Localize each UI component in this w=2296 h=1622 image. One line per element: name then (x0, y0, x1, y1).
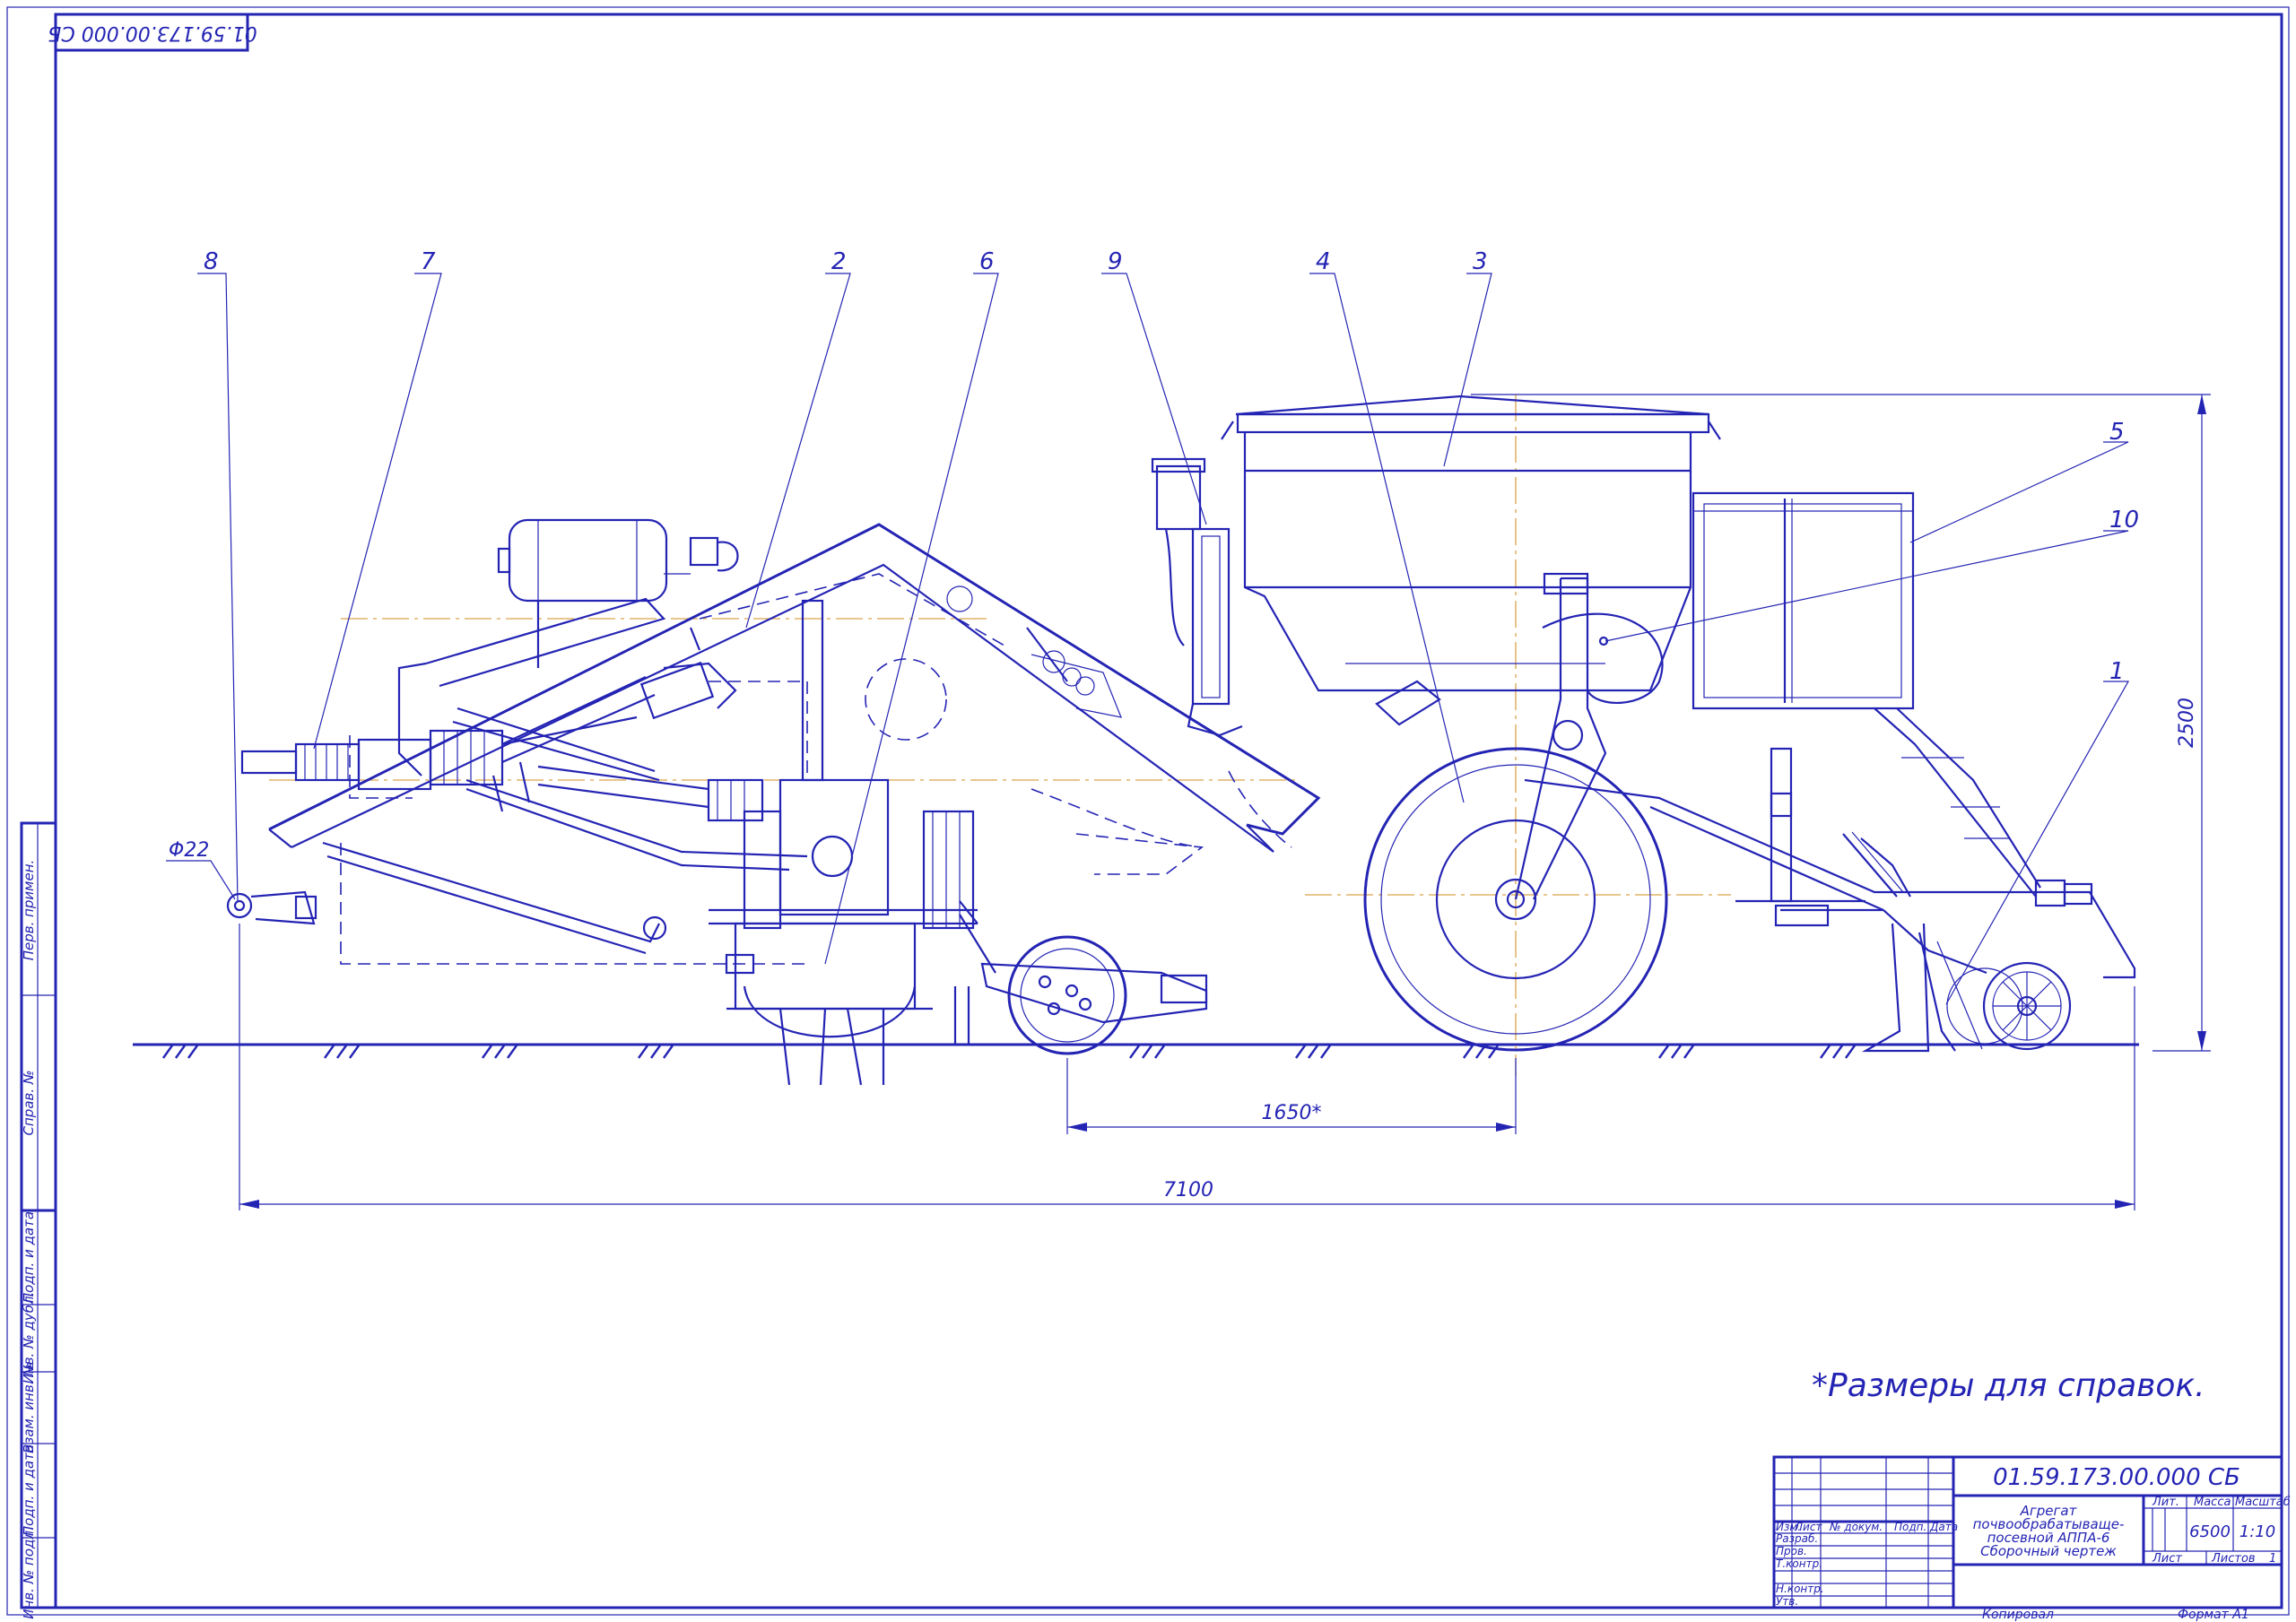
callout-5: 5 (2109, 419, 2125, 446)
col-sign: Подп. (1894, 1521, 1926, 1533)
dimension-lines: Φ22 1650* 7100 2500 (166, 394, 2211, 1210)
hitch-point (226, 890, 317, 925)
fertilizer-box (1692, 491, 1915, 710)
rear-frame (1524, 707, 2136, 979)
lit-label: Лит. (2152, 1496, 2179, 1509)
callout-7: 7 (421, 248, 436, 275)
callout-9: 9 (1108, 248, 1123, 275)
hidden-lines (340, 658, 1292, 965)
sheet-label: Лист (2152, 1552, 2182, 1566)
stamp-orig-inv: Инв. № подл. (21, 1526, 37, 1618)
title-block: 01.59.173.00.000 СБ Агрегат почвообрабат… (1772, 1455, 2291, 1609)
mass-value: 6500 (2189, 1522, 2231, 1541)
sheets-label: Листов (2211, 1552, 2256, 1566)
callout-4: 4 (1316, 248, 1331, 275)
copied-by-label: Копировал (1982, 1608, 2054, 1622)
callout-2: 2 (831, 248, 847, 275)
callout-1: 1 (2109, 658, 2125, 685)
axis-lines (269, 395, 1731, 1076)
wheel-arm (1514, 572, 1664, 900)
hydraulic-cylinders (322, 597, 808, 955)
row-developer: Разраб. (1776, 1532, 1818, 1545)
callout-3: 3 (1473, 248, 1488, 275)
stamp-replace-inv: Взам. инв. № (21, 1362, 37, 1453)
callout-6: 6 (979, 248, 995, 275)
sheets-value: 1 (2269, 1552, 2276, 1566)
callout-10: 10 (2109, 507, 2139, 533)
scale-value: 1:10 (2239, 1522, 2275, 1541)
stamp-sign-date-2: Подп. и дата (21, 1444, 37, 1536)
dim-overall-length: 7100 (1163, 1179, 1213, 1201)
rear-packer-wheel (1883, 909, 2072, 1051)
row-checked: Пров. (1776, 1545, 1807, 1557)
callout-8: 8 (204, 248, 219, 275)
title-designation: 01.59.173.00.000 СБ (1993, 1464, 2240, 1491)
left-side-stamp: Перв. примен. Справ. № Подп. и дата Инв.… (20, 821, 57, 1619)
reference-note: *Размеры для справок. (1812, 1367, 2205, 1404)
format-label: Формат A1 (2178, 1608, 2249, 1622)
top-designation-text: 01.59.173.00.000 СБ (48, 22, 257, 44)
cardan-shaft (240, 661, 764, 822)
mass-label: Масса (2194, 1496, 2231, 1509)
seed-tube-column (1151, 457, 1243, 737)
dim-overall-height: 2500 (2176, 698, 2198, 748)
leader-lines (197, 273, 2130, 1005)
col-date: Дата (1929, 1521, 1958, 1533)
row-approved: Утв. (1776, 1595, 1798, 1608)
stamp-ref-no: Справ. № (21, 1071, 37, 1136)
stamp-sign-date-1: Подп. и дата (21, 1211, 37, 1303)
air-tank (497, 518, 739, 668)
ground-line (133, 1043, 2139, 1059)
scale-label: Масштаб (2235, 1496, 2291, 1509)
row-norm-control: Н.контр. (1776, 1583, 1824, 1595)
main-frame-beam (268, 523, 1321, 853)
stamp-first-use: Перв. примен. (21, 860, 37, 961)
col-list: Лист (1794, 1521, 1822, 1533)
dim-hitch-diameter: Φ22 (169, 839, 209, 862)
front-gauge-wheel (953, 900, 1208, 1055)
assembly-drawing: 01.59.173.00.000 СБ Перв. примен. Справ.… (6, 6, 2291, 1622)
title-name-4: Сборочный чертеж (1980, 1543, 2117, 1559)
top-designation-box: 01.59.173.00.000 СБ (48, 13, 257, 52)
dim-wheel-spacing: 1650* (1262, 1102, 1322, 1124)
row-tech-control: Т.контр. (1776, 1557, 1822, 1570)
col-doc: № докум. (1829, 1521, 1883, 1533)
rear-coulters (1861, 923, 1983, 1053)
seed-hopper (1221, 395, 1721, 726)
